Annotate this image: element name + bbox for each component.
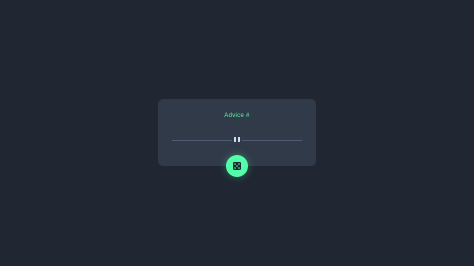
pause-icon [234,137,240,142]
dice-icon [233,162,241,170]
divider-line-left [172,140,232,141]
divider-line-right [242,140,302,141]
advice-label: Advice # [224,113,250,119]
pattern-divider [172,137,302,150]
generate-advice-button[interactable] [226,155,248,177]
advice-text [168,127,306,133]
